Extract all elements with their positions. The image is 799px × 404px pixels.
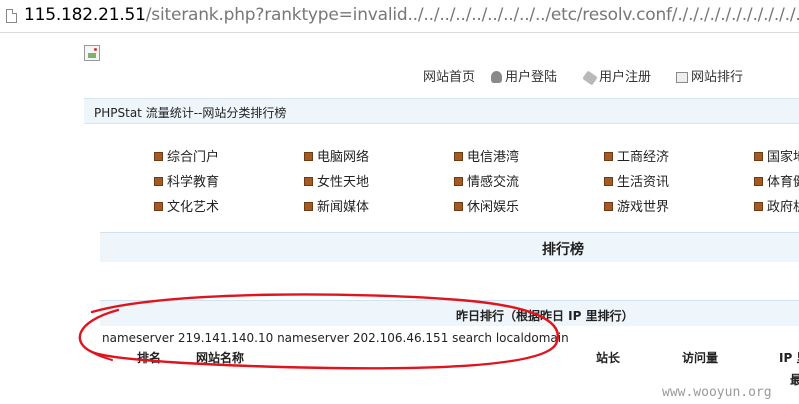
- column-header-site-name: 网站名称: [196, 351, 245, 365]
- ranking-section-bar: [100, 232, 799, 262]
- category-link[interactable]: 政府机: [754, 196, 799, 215]
- category-icon: [154, 177, 163, 186]
- category-icon: [604, 202, 613, 211]
- user-icon: [491, 71, 502, 83]
- category-icon: [154, 152, 163, 161]
- page-title-bar: PHPStat 流量统计--网站分类排行榜: [84, 98, 799, 124]
- category-link[interactable]: 国家地: [754, 146, 799, 165]
- category-link[interactable]: 女性天地: [304, 171, 369, 190]
- category-icon: [754, 152, 763, 161]
- category-icon: [304, 177, 313, 186]
- nav-rank-link[interactable]: 网站排行: [676, 66, 743, 85]
- category-icon: [154, 202, 163, 211]
- nav-home-link[interactable]: 网站首页: [423, 66, 475, 85]
- watermark: www.wooyun.org: [662, 385, 772, 400]
- ranking-title: 排行榜: [542, 242, 584, 258]
- category-link[interactable]: 休闲娱乐: [454, 196, 519, 215]
- category-icon: [454, 202, 463, 211]
- category-icon: [454, 177, 463, 186]
- tag-icon: [582, 70, 598, 86]
- category-link[interactable]: 生活资讯: [604, 171, 669, 190]
- yesterday-section-bar: [100, 300, 799, 326]
- category-icon: [754, 202, 763, 211]
- category-link[interactable]: 情感交流: [454, 171, 519, 190]
- column-header-owner: 站长: [596, 351, 621, 365]
- category-icon: [604, 152, 613, 161]
- category-icon: [304, 202, 313, 211]
- category-link[interactable]: 游戏世界: [604, 196, 669, 215]
- category-link[interactable]: 新闻媒体: [304, 196, 369, 215]
- category-link[interactable]: 体育健: [754, 171, 799, 190]
- column-header-rank: 排名: [137, 351, 162, 365]
- category-link[interactable]: 电信港湾: [454, 146, 519, 165]
- nav-login-link[interactable]: 用户登陆: [491, 66, 557, 85]
- category-link[interactable]: 科学教育: [154, 171, 219, 190]
- url-path: /siterank.php?ranktype=invalid../../../.…: [145, 5, 799, 25]
- category-link[interactable]: 综合门户: [154, 146, 219, 165]
- url-host: 115.182.21.51: [24, 5, 146, 25]
- nav-rank-label: 网站排行: [691, 70, 744, 85]
- category-icon: [454, 152, 463, 161]
- page-icon: [6, 9, 17, 23]
- column-header-ip: IP 里: [779, 351, 799, 365]
- category-icon: [604, 177, 613, 186]
- column-header-extra: 最: [790, 373, 799, 387]
- nav-login-label: 用户登陆: [505, 70, 558, 85]
- ranking-icon: [676, 72, 688, 83]
- category-link[interactable]: 工商经济: [604, 146, 669, 165]
- leaked-file-content: nameserver 219.141.140.10 nameserver 202…: [102, 331, 569, 345]
- nav-register-label: 用户注册: [599, 70, 652, 85]
- url-text[interactable]: 115.182.21.51/siterank.php?ranktype=inva…: [24, 5, 799, 25]
- yesterday-ranking-title: 昨日排行（根据昨日 IP 里排行）: [456, 309, 634, 323]
- column-header-visits: 访问量: [682, 351, 719, 365]
- page-title: PHPStat 流量统计--网站分类排行榜: [94, 106, 287, 120]
- category-link[interactable]: 电脑网络: [304, 146, 369, 165]
- nav-register-link[interactable]: 用户注册: [582, 66, 652, 86]
- broken-image-icon: [84, 45, 100, 61]
- category-icon: [304, 152, 313, 161]
- address-bar[interactable]: 115.182.21.51/siterank.php?ranktype=inva…: [0, 0, 799, 33]
- nav-home-label: 网站首页: [423, 70, 476, 85]
- category-link[interactable]: 文化艺术: [154, 196, 219, 215]
- category-icon: [754, 177, 763, 186]
